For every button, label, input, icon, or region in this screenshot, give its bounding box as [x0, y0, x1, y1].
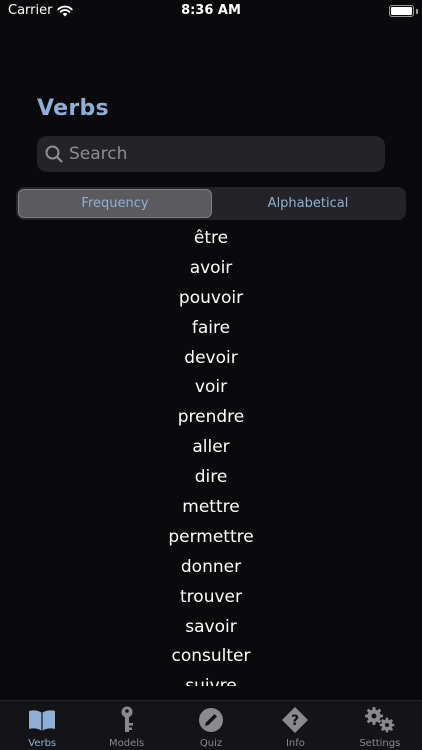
battery-icon [389, 5, 414, 17]
verb-list-item[interactable]: devoir [0, 344, 422, 374]
verb-list-item[interactable]: donner [0, 553, 422, 583]
tab-label: Models [108, 738, 145, 749]
pencil-icon [199, 708, 224, 732]
tab-models[interactable]: Models [84, 701, 168, 750]
tab-label: Info [285, 738, 305, 749]
tab-label: Verbs [28, 738, 57, 749]
verb-list-item[interactable]: savoir [0, 613, 422, 643]
verb-list-item[interactable]: consulter [0, 642, 422, 672]
tab-label: Quiz [199, 738, 223, 749]
verb-list-item[interactable]: prendre [0, 403, 422, 433]
gears-icon [364, 707, 395, 733]
question-icon: ? [282, 707, 309, 733]
search-input[interactable] [69, 144, 369, 164]
tab-quiz[interactable]: Quiz [169, 701, 253, 750]
tab-label: Settings [359, 738, 401, 749]
verb-list[interactable]: être avoir pouvoir faire devoir voir prendre al… [0, 224, 422, 686]
svg-text:?: ? [291, 713, 299, 729]
sort-segmented-control[interactable]: Frequency Alphabetical [16, 187, 406, 220]
key-icon [121, 706, 133, 732]
page-title: Verbs [37, 96, 109, 121]
verb-list-item[interactable]: pouvoir [0, 284, 422, 314]
search-bar[interactable] [37, 136, 385, 172]
search-icon [45, 145, 63, 163]
book-icon [29, 710, 56, 731]
clock: 8:36 AM [181, 3, 241, 18]
tab-bar: Verbs Models Quiz ? Info Settings [0, 700, 422, 750]
verb-list-item[interactable]: faire [0, 314, 422, 344]
verb-list-item[interactable]: suivre [0, 672, 422, 686]
verb-list-item[interactable]: trouver [0, 583, 422, 613]
tab-info[interactable]: ? Info [253, 701, 337, 750]
battery-cap [416, 9, 418, 14]
segment-frequency[interactable]: Frequency [18, 189, 212, 218]
verb-list-item[interactable]: dire [0, 463, 422, 493]
verb-list-item[interactable]: avoir [0, 254, 422, 284]
status-bar: Carrier 8:36 AM [0, 0, 422, 24]
verb-list-item[interactable]: aller [0, 433, 422, 463]
verb-list-item[interactable]: permettre [0, 523, 422, 553]
verb-list-item[interactable]: mettre [0, 493, 422, 523]
verb-list-item[interactable]: voir [0, 373, 422, 403]
tab-verbs[interactable]: Verbs [0, 701, 84, 750]
tab-settings[interactable]: Settings [338, 701, 422, 750]
segment-alphabetical[interactable]: Alphabetical [212, 189, 404, 218]
verb-list-item[interactable]: être [0, 224, 422, 254]
